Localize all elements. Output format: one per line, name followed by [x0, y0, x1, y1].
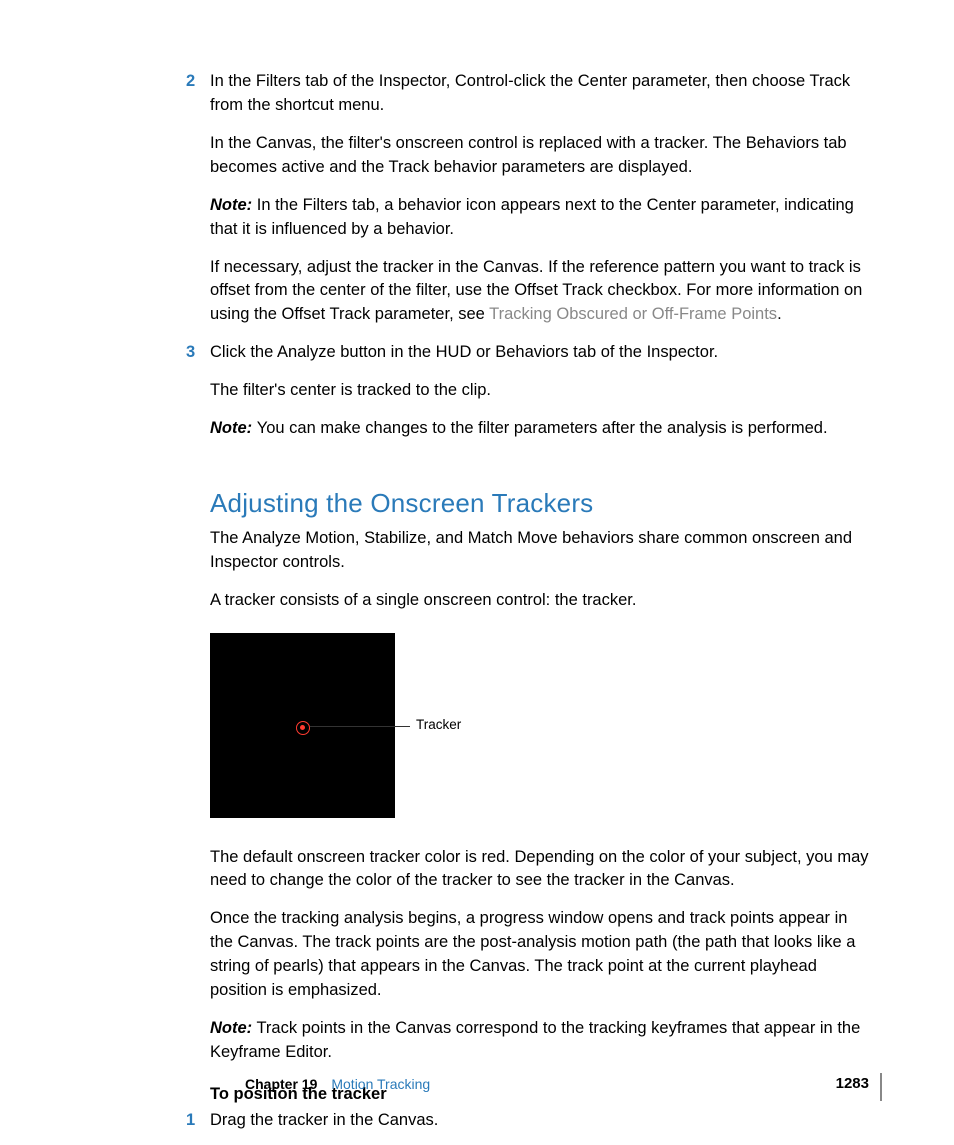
body-text: Once the tracking analysis begins, a pro…	[210, 907, 869, 1003]
body-text: In the Filters tab of the Inspector, Con…	[210, 70, 869, 118]
callout-label: Tracker	[416, 715, 461, 735]
body-text: The default onscreen tracker color is re…	[210, 846, 869, 894]
note-text: Note: In the Filters tab, a behavior ico…	[210, 194, 869, 242]
section-heading: Adjusting the Onscreen Trackers	[210, 485, 869, 523]
callout-line	[310, 726, 410, 727]
note-text: Note: You can make changes to the filter…	[210, 417, 869, 441]
note-label: Note:	[210, 196, 257, 214]
figure: Tracker	[210, 633, 869, 818]
note-text: Note: Track points in the Canvas corresp…	[210, 1017, 869, 1065]
cross-reference-link[interactable]: Tracking Obscured or Off-Frame Points	[489, 305, 777, 323]
note-label: Note:	[210, 1019, 252, 1037]
body-text: If necessary, adjust the tracker in the …	[210, 256, 869, 328]
chapter-label: Chapter 19	[245, 1074, 317, 1094]
step-number: 1	[186, 1109, 195, 1133]
chapter-title: Motion Tracking	[331, 1074, 430, 1094]
tracker-icon	[296, 721, 310, 735]
step-number: 3	[186, 341, 195, 365]
page-footer: Chapter 19 Motion Tracking 1283	[245, 1073, 869, 1095]
note-body: Track points in the Canvas correspond to…	[210, 1019, 860, 1061]
step-number: 2	[186, 70, 195, 94]
body-text: A tracker consists of a single onscreen …	[210, 589, 869, 613]
note-label: Note:	[210, 419, 257, 437]
body-text: The Analyze Motion, Stabilize, and Match…	[210, 527, 869, 575]
list-item: 3Click the Analyze button in the HUD or …	[210, 341, 869, 441]
body-text: Click the Analyze button in the HUD or B…	[210, 341, 869, 365]
list-item: 1 Drag the tracker in the Canvas.	[210, 1109, 869, 1133]
page-number: 1283	[836, 1073, 869, 1095]
footer-divider	[880, 1073, 882, 1101]
body-text: The filter's center is tracked to the cl…	[210, 379, 869, 403]
list-item: 2In the Filters tab of the Inspector, Co…	[210, 70, 869, 327]
body-text: Drag the tracker in the Canvas.	[210, 1109, 869, 1133]
body-text: In the Canvas, the filter's onscreen con…	[210, 132, 869, 180]
page-content: 2 In the Filters tab of the Inspector, Co…	[0, 0, 954, 1133]
